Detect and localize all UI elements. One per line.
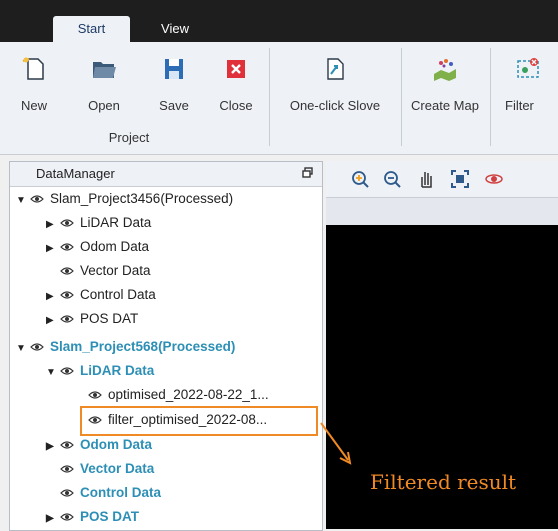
tree-node-project[interactable]: ▼ Slam_Project3456(Processed) [16, 187, 233, 211]
eye-icon[interactable] [30, 342, 44, 352]
eye-icon[interactable] [60, 464, 74, 474]
expand-arrow-icon[interactable]: ▶ [46, 237, 60, 261]
tree-label: Control Data [80, 287, 156, 302]
tree-label: Vector Data [80, 461, 155, 476]
rotate-view-icon[interactable] [484, 169, 504, 189]
close-label: Close [219, 98, 253, 113]
open-button[interactable]: Open [82, 50, 126, 120]
eye-icon[interactable] [60, 218, 74, 228]
new-label: New [20, 98, 47, 113]
tree-node-control-data[interactable]: ▶ Control Data [46, 283, 156, 307]
expand-arrow-icon[interactable]: ▶ [46, 213, 60, 237]
eye-icon[interactable] [60, 242, 74, 252]
filter-icon [517, 58, 539, 78]
data-manager-panel: DataManager ▼ Slam_Project3456(Processed)… [9, 161, 323, 531]
save-icon [165, 59, 183, 79]
tree-node-lidar-data-processed[interactable]: ▼ LiDAR Data [46, 359, 154, 383]
tree-node-odom-data[interactable]: ▶ Odom Data [46, 235, 149, 259]
expand-arrow-icon[interactable]: ▼ [16, 189, 30, 213]
tree-label: Odom Data [80, 437, 153, 452]
data-manager-title: DataManager [36, 166, 115, 181]
tree-node-project-processed[interactable]: ▼ Slam_Project568(Processed) [16, 335, 235, 359]
new-button[interactable]: New [16, 50, 52, 120]
zoom-in-icon[interactable] [350, 169, 370, 189]
tree-node-vector-data[interactable]: Vector Data [46, 259, 151, 283]
tree-node-pos-dat[interactable]: ▶ POS DAT [46, 307, 138, 331]
title-bar: Start View [0, 0, 558, 42]
ribbon-separator [269, 48, 270, 146]
expand-arrow-icon[interactable]: ▶ [46, 309, 60, 333]
viewer-header-strip [326, 198, 558, 225]
eye-icon[interactable] [60, 290, 74, 300]
close-button[interactable]: Close [214, 50, 258, 120]
one-click-solve-label: One-click Slove [289, 98, 381, 113]
eye-icon[interactable] [60, 266, 74, 276]
tree-label: Vector Data [80, 263, 151, 278]
pin-icon[interactable] [302, 167, 314, 179]
tree-label: Odom Data [80, 239, 150, 254]
tree-label: Control Data [80, 485, 161, 500]
tree-node-lidar-data[interactable]: ▶ LiDAR Data [46, 211, 151, 235]
fit-view-icon[interactable] [450, 169, 470, 189]
tree-node-odom-data-processed[interactable]: ▶ Odom Data [46, 433, 152, 457]
tree-label: LiDAR Data [80, 215, 152, 230]
tree-node-pos-dat-processed[interactable]: ▶ POS DAT [46, 505, 139, 529]
eye-icon[interactable] [88, 390, 102, 400]
expand-arrow-icon[interactable]: ▼ [16, 337, 30, 361]
tree-node-vector-data-processed[interactable]: Vector Data [46, 457, 154, 481]
tree-label: optimised_2022-08-22_1... [108, 387, 269, 402]
project-group-label: Project [108, 130, 150, 145]
expand-arrow-icon[interactable]: ▶ [46, 285, 60, 309]
tree-label: POS DAT [80, 509, 140, 524]
create-map-button[interactable]: Create Map [404, 50, 486, 120]
ribbon-separator [401, 48, 402, 146]
viewer-toolbar [326, 161, 558, 198]
eye-icon[interactable] [60, 314, 74, 324]
create-map-label: Create Map [411, 98, 479, 113]
eye-icon[interactable] [60, 440, 74, 450]
filter-button[interactable]: Filter [498, 50, 558, 120]
tree-label: Slam_Project3456(Processed) [50, 191, 234, 206]
tree-label: LiDAR Data [80, 363, 155, 378]
eye-icon[interactable] [60, 512, 74, 522]
zoom-out-icon[interactable] [382, 169, 402, 189]
tab-start[interactable]: Start [53, 16, 130, 42]
eye-icon[interactable] [60, 366, 74, 376]
pan-hand-icon[interactable] [416, 169, 436, 189]
save-button[interactable]: Save [154, 50, 194, 120]
new-file-icon [22, 57, 44, 80]
ribbon: New Open Save Close Project One-click Sl… [0, 42, 558, 155]
tree-label: Slam_Project568(Processed) [50, 339, 236, 354]
tree-node-optimised-file[interactable]: optimised_2022-08-22_1... [76, 383, 269, 407]
one-click-solve-button[interactable]: One-click Slove [276, 50, 394, 120]
one-click-solve-icon [327, 58, 344, 80]
eye-icon[interactable] [30, 194, 44, 204]
create-map-icon [434, 59, 456, 81]
data-manager-header: DataManager [10, 162, 322, 187]
tab-view[interactable]: View [145, 16, 205, 42]
expand-arrow-icon[interactable]: ▼ [46, 361, 60, 385]
tree-node-control-data-processed[interactable]: Control Data [46, 481, 161, 505]
annotation-label: Filtered result [370, 470, 517, 494]
save-label: Save [159, 98, 189, 113]
ribbon-separator [490, 48, 491, 146]
open-label: Open [88, 98, 120, 113]
highlight-box [80, 406, 318, 436]
folder-open-icon [93, 62, 116, 78]
expand-arrow-icon[interactable]: ▶ [46, 435, 60, 459]
tree-label: POS DAT [80, 311, 139, 326]
expand-arrow-icon[interactable]: ▶ [46, 507, 60, 530]
close-icon [227, 60, 245, 78]
annotation-arrow-icon [320, 422, 352, 465]
filter-label: Filter [505, 98, 534, 113]
eye-icon[interactable] [60, 488, 74, 498]
